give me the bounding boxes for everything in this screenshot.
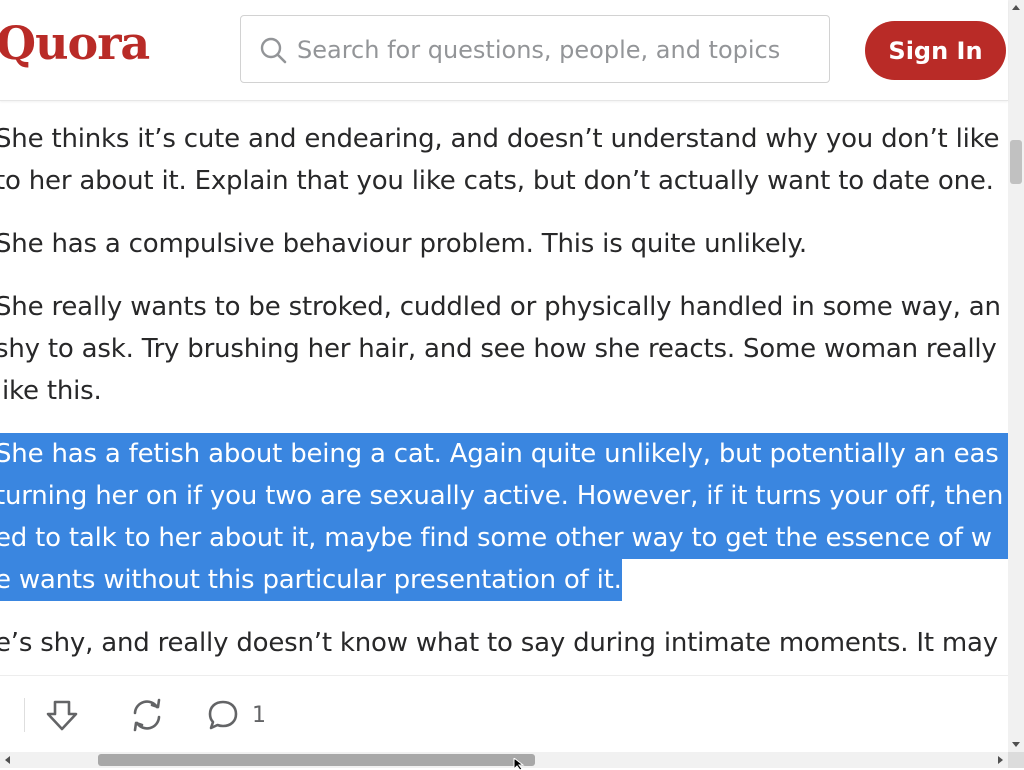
text-line: like this. — [0, 376, 102, 406]
text-line: She thinks it’s cute and endearing, and … — [0, 124, 1000, 154]
answer-content: She thinks it’s cute and endearing, and … — [0, 100, 1008, 675]
action-divider — [24, 698, 25, 732]
text-line: to her about it. Explain that you like c… — [0, 166, 994, 196]
answer-action-bar: 1 — [0, 675, 1008, 754]
text-line: e’s shy, and really doesn’t know what to… — [0, 628, 998, 658]
selected-paragraph: She has a fetish about being a cat. Agai… — [0, 433, 1008, 601]
share-button[interactable] — [128, 696, 168, 734]
sign-in-button[interactable]: Sign In — [865, 21, 1006, 80]
horizontal-scrollbar-thumb[interactable] — [98, 754, 535, 766]
scroll-right-arrow-icon[interactable] — [992, 752, 1008, 768]
share-cycle-icon — [133, 698, 161, 732]
scroll-left-arrow-icon[interactable] — [0, 752, 16, 768]
mouse-cursor-icon — [513, 758, 525, 770]
selected-text-line: ed to talk to her about it, maybe find s… — [0, 517, 1008, 559]
search-input[interactable] — [297, 30, 817, 70]
answer-paragraph: She really wants to be stroked, cuddled … — [0, 286, 1001, 412]
answer-paragraph: She thinks it’s cute and endearing, and … — [0, 118, 1000, 202]
text-line: shy to ask. Try brushing her hair, and s… — [0, 334, 997, 364]
comment-count: 1 — [252, 702, 266, 728]
scroll-up-arrow-icon[interactable] — [1008, 0, 1024, 16]
selected-text-line: She has a fetish about being a cat. Agai… — [0, 433, 1008, 475]
vertical-scrollbar-thumb[interactable] — [1010, 140, 1022, 184]
downvote-arrow-icon — [46, 700, 78, 731]
vertical-scrollbar[interactable] — [1008, 0, 1024, 752]
text-line: She really wants to be stroked, cuddled … — [0, 292, 1001, 322]
selected-text-line: turning her on if you two are sexually a… — [0, 475, 1008, 517]
search-icon — [260, 37, 287, 64]
answer-paragraph: She has a compulsive behaviour problem. … — [0, 223, 807, 265]
top-header: Quora Sign In — [0, 0, 1008, 101]
quora-logo[interactable]: Quora — [0, 16, 150, 70]
answer-paragraph: e’s shy, and really doesn’t know what to… — [0, 622, 998, 664]
scroll-down-arrow-icon[interactable] — [1008, 736, 1024, 752]
downvote-button[interactable] — [44, 696, 80, 734]
selected-text-line: e wants without this particular presenta… — [0, 559, 622, 601]
search-bar[interactable] — [240, 15, 830, 83]
text-line: She has a compulsive behaviour problem. … — [0, 229, 807, 259]
scrollbar-corner — [1008, 752, 1024, 768]
comment-button[interactable]: 1 — [206, 696, 276, 734]
comment-bubble-icon — [208, 700, 238, 730]
